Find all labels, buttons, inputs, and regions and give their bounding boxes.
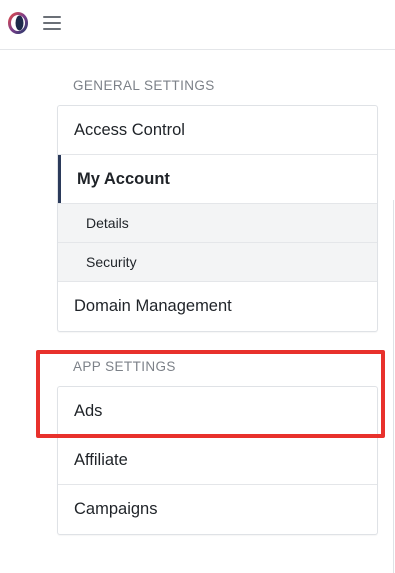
settings-subitem-security[interactable]: Security xyxy=(58,243,377,282)
general-settings-card: Access Control My Account Details Securi… xyxy=(57,105,378,332)
top-bar xyxy=(0,0,395,50)
app-settings-card: Ads Affiliate Campaigns xyxy=(57,386,378,535)
settings-subitem-label: Details xyxy=(86,215,129,231)
settings-item-label: Ads xyxy=(74,401,103,420)
settings-item-domain-management[interactable]: Domain Management xyxy=(58,282,377,331)
o-ring-logo-icon[interactable] xyxy=(7,12,29,34)
settings-item-access-control[interactable]: Access Control xyxy=(58,106,377,155)
divider xyxy=(393,200,394,573)
hamburger-menu-icon[interactable] xyxy=(43,16,61,30)
general-settings-heading: GENERAL SETTINGS xyxy=(73,78,215,93)
settings-content: GENERAL SETTINGS Access Control My Accou… xyxy=(0,50,395,573)
settings-item-my-account[interactable]: My Account xyxy=(58,155,377,204)
settings-item-label: Affiliate xyxy=(74,450,128,469)
app-settings-heading: APP SETTINGS xyxy=(73,359,176,374)
settings-item-campaigns[interactable]: Campaigns xyxy=(58,485,377,534)
settings-item-ads[interactable]: Ads xyxy=(58,387,377,436)
settings-item-label: Domain Management xyxy=(74,297,232,315)
app-root: GENERAL SETTINGS Access Control My Accou… xyxy=(0,0,395,573)
settings-subitem-label: Security xyxy=(86,254,137,270)
settings-subitem-details[interactable]: Details xyxy=(58,204,377,243)
settings-item-affiliate[interactable]: Affiliate xyxy=(58,436,377,485)
settings-item-label: Access Control xyxy=(74,120,185,139)
settings-item-label: My Account xyxy=(77,169,170,188)
settings-item-label: Campaigns xyxy=(74,500,158,518)
